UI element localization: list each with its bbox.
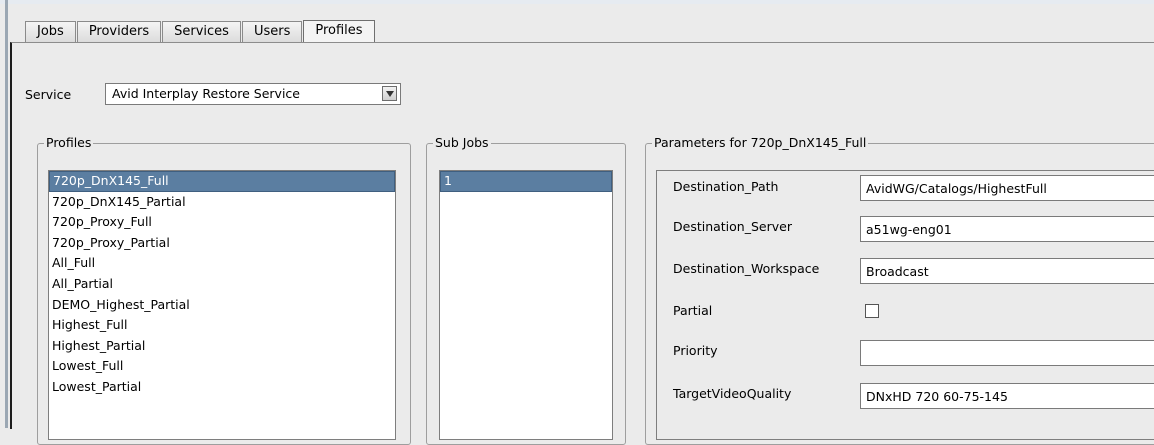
- list-item[interactable]: 720p_Proxy_Partial: [49, 233, 395, 254]
- list-item[interactable]: All_Full: [49, 253, 395, 274]
- list-item[interactable]: All_Partial: [49, 274, 395, 295]
- partial-label: Partial: [673, 303, 713, 318]
- tab-bar: Jobs Providers Services Users Profiles: [25, 20, 376, 43]
- window-top-strip: [0, 0, 1154, 4]
- list-item[interactable]: 720p_DnX145_Partial: [49, 192, 395, 213]
- destination-workspace-label: Destination_Workspace: [673, 261, 820, 276]
- target-video-quality-field[interactable]: DNxHD 720 60-75-145: [860, 383, 1154, 409]
- list-item[interactable]: 1: [440, 171, 612, 192]
- service-selected-value: Avid Interplay Restore Service: [112, 86, 300, 101]
- destination-workspace-field[interactable]: Broadcast: [860, 258, 1154, 284]
- destination-path-field[interactable]: AvidWG/Catalogs/HighestFull: [860, 175, 1154, 201]
- tab-jobs[interactable]: Jobs: [25, 21, 76, 42]
- partial-checkbox[interactable]: [865, 304, 879, 318]
- chevron-down-icon[interactable]: [382, 86, 397, 101]
- list-item[interactable]: Lowest_Partial: [49, 377, 395, 398]
- destination-server-label: Destination_Server: [673, 219, 792, 234]
- list-item[interactable]: Highest_Full: [49, 315, 395, 336]
- destination-path-label: Destination_Path: [673, 179, 779, 194]
- list-item[interactable]: DEMO_Highest_Partial: [49, 295, 395, 316]
- sub-jobs-legend: Sub Jobs: [433, 135, 491, 150]
- list-item[interactable]: Highest_Partial: [49, 336, 395, 357]
- priority-label: Priority: [673, 343, 718, 358]
- window-left-bar: [5, 0, 8, 428]
- priority-field[interactable]: [860, 340, 1154, 366]
- list-item[interactable]: 720p_Proxy_Full: [49, 212, 395, 233]
- sub-jobs-list[interactable]: 1: [439, 170, 613, 440]
- profiles-legend: Profiles: [44, 135, 94, 150]
- service-label: Service: [25, 87, 72, 102]
- tab-providers[interactable]: Providers: [76, 21, 162, 42]
- list-item[interactable]: 720p_DnX145_Full: [49, 171, 395, 192]
- profiles-list[interactable]: 720p_DnX145_Full 720p_DnX145_Partial 720…: [48, 170, 396, 440]
- destination-server-field[interactable]: a51wg-eng01: [860, 216, 1154, 242]
- target-video-quality-label: TargetVideoQuality: [673, 386, 792, 401]
- list-item[interactable]: Lowest_Full: [49, 356, 395, 377]
- service-dropdown[interactable]: Avid Interplay Restore Service: [105, 83, 401, 105]
- tab-services[interactable]: Services: [162, 21, 241, 42]
- tab-profiles[interactable]: Profiles: [303, 20, 375, 43]
- tab-users[interactable]: Users: [241, 21, 303, 42]
- parameters-legend: Parameters for 720p_DnX145_Full: [652, 135, 869, 150]
